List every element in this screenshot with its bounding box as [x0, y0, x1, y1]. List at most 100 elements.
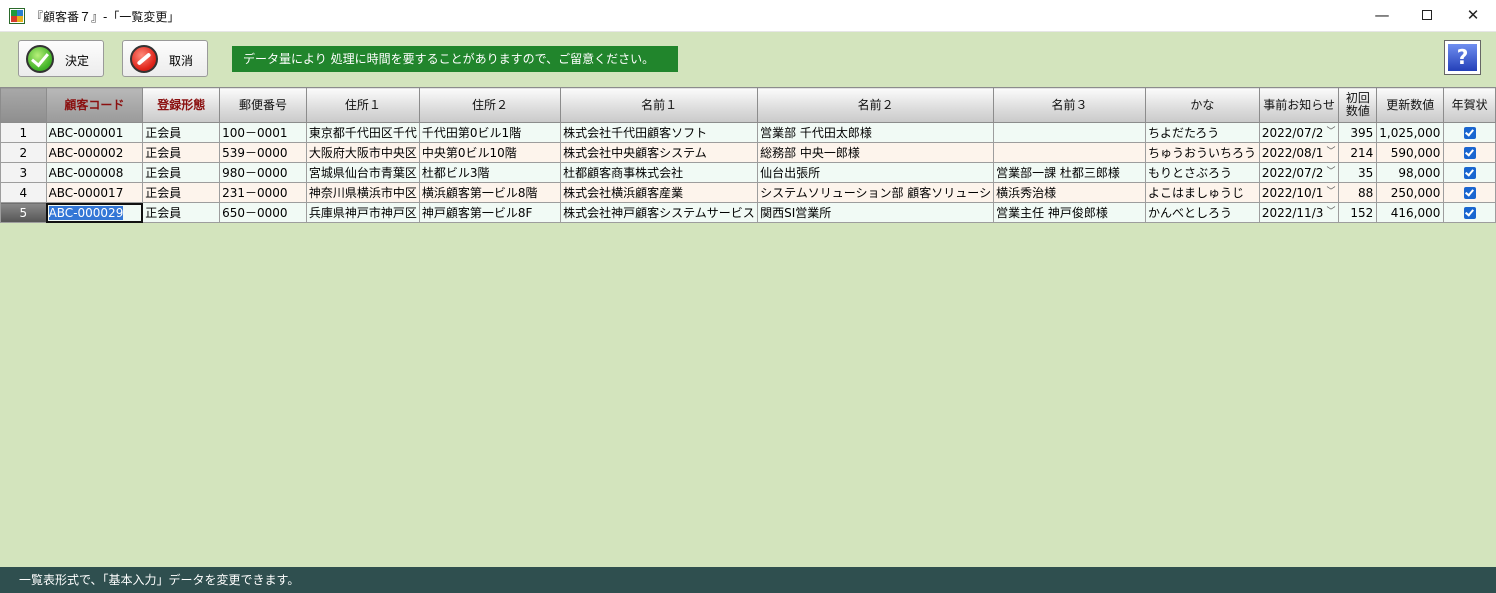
cell-postal[interactable]: 650－0000	[219, 202, 307, 223]
checkbox-checked[interactable]	[1463, 187, 1476, 199]
col-name3[interactable]: 名前３	[993, 87, 1146, 123]
cell-init-value[interactable]: 35	[1338, 162, 1378, 183]
cell-init-value[interactable]: 152	[1338, 202, 1378, 223]
cell-address2[interactable]: 神戸顧客第一ビル8F	[418, 202, 562, 223]
cell-new-year-card[interactable]	[1443, 162, 1496, 183]
cell-name2[interactable]: システムソリューション部 顧客ソリューシ	[757, 182, 995, 203]
cell-kana[interactable]: ちよだたろう	[1144, 122, 1260, 143]
cell-name2[interactable]: 仙台出張所	[757, 162, 995, 183]
cell-notice-dropdown[interactable]: 2022/08/1 ﹀	[1258, 142, 1340, 163]
col-address2[interactable]: 住所２	[418, 87, 562, 123]
cell-address1[interactable]: 大阪府大阪市中央区	[305, 142, 420, 163]
col-customer-code[interactable]: 顧客コード	[45, 87, 144, 123]
cell-name3[interactable]: 横浜秀治様	[993, 182, 1146, 203]
cell-address1[interactable]: 宮城県仙台市青葉区	[305, 162, 420, 183]
cell-name3[interactable]: 営業部一課 杜都三郎様	[993, 162, 1146, 183]
cell-new-year-card[interactable]	[1443, 182, 1496, 203]
cell-name2[interactable]: 総務部 中央一郎様	[757, 142, 995, 163]
cell-update-value[interactable]: 98,000	[1376, 162, 1445, 183]
cell-code[interactable]: ABC-000001	[45, 122, 144, 143]
ok-button[interactable]: 決定	[18, 40, 104, 77]
col-notice[interactable]: 事前お知らせ	[1258, 87, 1340, 123]
cell-kana[interactable]: ちゅうおういちろう	[1144, 142, 1260, 163]
col-new-year-card[interactable]: 年賀状	[1443, 87, 1496, 123]
cell-notice-dropdown[interactable]: 2022/10/1 ﹀	[1258, 182, 1340, 203]
cell-membership[interactable]: 正会員	[142, 142, 221, 163]
row-number[interactable]: 2	[0, 142, 47, 163]
col-name1[interactable]: 名前１	[560, 87, 759, 123]
col-postal[interactable]: 郵便番号	[219, 87, 307, 123]
cell-update-value[interactable]: 250,000	[1376, 182, 1445, 203]
cell-kana[interactable]: もりとさぶろう	[1144, 162, 1260, 183]
cell-code-selected-text[interactable]: ABC-000029	[48, 205, 124, 220]
cell-name1[interactable]: 株式会社横浜顧客産業	[560, 182, 759, 203]
chevron-down-icon[interactable]: ﹀	[1326, 164, 1335, 182]
cell-new-year-card[interactable]	[1443, 202, 1496, 223]
chevron-down-icon[interactable]: ﹀	[1326, 124, 1335, 142]
cell-init-value[interactable]: 88	[1338, 182, 1378, 203]
cell-address2[interactable]: 杜都ビル3階	[418, 162, 562, 183]
cell-new-year-card[interactable]	[1443, 122, 1496, 143]
col-init-value[interactable]: 初回 数値	[1338, 87, 1378, 123]
col-name2[interactable]: 名前２	[757, 87, 995, 123]
cell-name3[interactable]	[993, 122, 1146, 143]
col-membership[interactable]: 登録形態	[142, 87, 221, 123]
cell-update-value[interactable]: 1,025,000	[1376, 122, 1445, 143]
cell-name3[interactable]	[993, 142, 1146, 163]
cell-membership[interactable]: 正会員	[142, 182, 221, 203]
cell-address1[interactable]: 神奈川県横浜市中区	[305, 182, 420, 203]
cell-postal[interactable]: 539－0000	[219, 142, 307, 163]
col-address1[interactable]: 住所１	[305, 87, 420, 123]
checkbox-checked[interactable]	[1463, 207, 1476, 219]
corner-header[interactable]	[0, 87, 47, 123]
help-button[interactable]: ?	[1444, 40, 1481, 75]
cell-address2[interactable]: 横浜顧客第一ビル8階	[418, 182, 562, 203]
cell-address1[interactable]: 兵庫県神戸市神戸区	[305, 202, 420, 223]
maximize-button[interactable]	[1404, 0, 1450, 32]
cell-notice-dropdown[interactable]: 2022/07/2 ﹀	[1258, 122, 1340, 143]
cell-code[interactable]: ABC-000002	[45, 142, 144, 163]
col-kana[interactable]: かな	[1144, 87, 1260, 123]
cell-name2[interactable]: 関西SI営業所	[757, 202, 995, 223]
checkbox-checked[interactable]	[1463, 167, 1476, 179]
row-number[interactable]: 5	[0, 202, 47, 223]
row-number[interactable]: 4	[0, 182, 47, 203]
cell-membership[interactable]: 正会員	[142, 202, 221, 223]
cell-notice-dropdown[interactable]: 2022/11/3 ﹀	[1258, 202, 1340, 223]
row-number[interactable]: 1	[0, 122, 47, 143]
checkbox-checked[interactable]	[1463, 147, 1476, 159]
cell-membership[interactable]: 正会員	[142, 162, 221, 183]
row-number[interactable]: 3	[0, 162, 47, 183]
cell-name1[interactable]: 株式会社中央顧客システム	[560, 142, 759, 163]
minimize-button[interactable]: —	[1359, 0, 1405, 32]
cell-membership[interactable]: 正会員	[142, 122, 221, 143]
cell-update-value[interactable]: 590,000	[1376, 142, 1445, 163]
chevron-down-icon[interactable]: ﹀	[1326, 204, 1335, 222]
cell-name1[interactable]: 株式会社神戸顧客システムサービス	[560, 202, 759, 223]
cell-name3[interactable]: 営業主任 神戸俊郎様	[993, 202, 1146, 223]
cell-init-value[interactable]: 214	[1338, 142, 1378, 163]
cell-address2[interactable]: 中央第0ビル10階	[418, 142, 562, 163]
cell-code[interactable]: ABC-000008	[45, 162, 144, 183]
cell-postal[interactable]: 100－0001	[219, 122, 307, 143]
chevron-down-icon[interactable]: ﹀	[1326, 144, 1335, 162]
cell-postal[interactable]: 980－0000	[219, 162, 307, 183]
cell-code-active[interactable]: ABC-000029	[45, 202, 144, 223]
cell-kana[interactable]: かんべとしろう	[1144, 202, 1260, 223]
col-update-value[interactable]: 更新数値	[1376, 87, 1445, 123]
cell-address1[interactable]: 東京都千代田区千代	[305, 122, 420, 143]
cell-notice-dropdown[interactable]: 2022/07/2 ﹀	[1258, 162, 1340, 183]
cancel-button[interactable]: 取消	[122, 40, 208, 77]
cell-new-year-card[interactable]	[1443, 142, 1496, 163]
chevron-down-icon[interactable]: ﹀	[1326, 184, 1335, 202]
cell-postal[interactable]: 231－0000	[219, 182, 307, 203]
cell-update-value[interactable]: 416,000	[1376, 202, 1445, 223]
cell-address2[interactable]: 千代田第0ビル1階	[418, 122, 562, 143]
cell-name2[interactable]: 営業部 千代田太郎様	[757, 122, 995, 143]
cell-name1[interactable]: 株式会社千代田顧客ソフト	[560, 122, 759, 143]
cell-init-value[interactable]: 395	[1338, 122, 1378, 143]
checkbox-checked[interactable]	[1463, 127, 1476, 139]
cell-code[interactable]: ABC-000017	[45, 182, 144, 203]
cell-kana[interactable]: よこはましゅうじ	[1144, 182, 1260, 203]
close-button[interactable]: ✕	[1450, 0, 1496, 32]
